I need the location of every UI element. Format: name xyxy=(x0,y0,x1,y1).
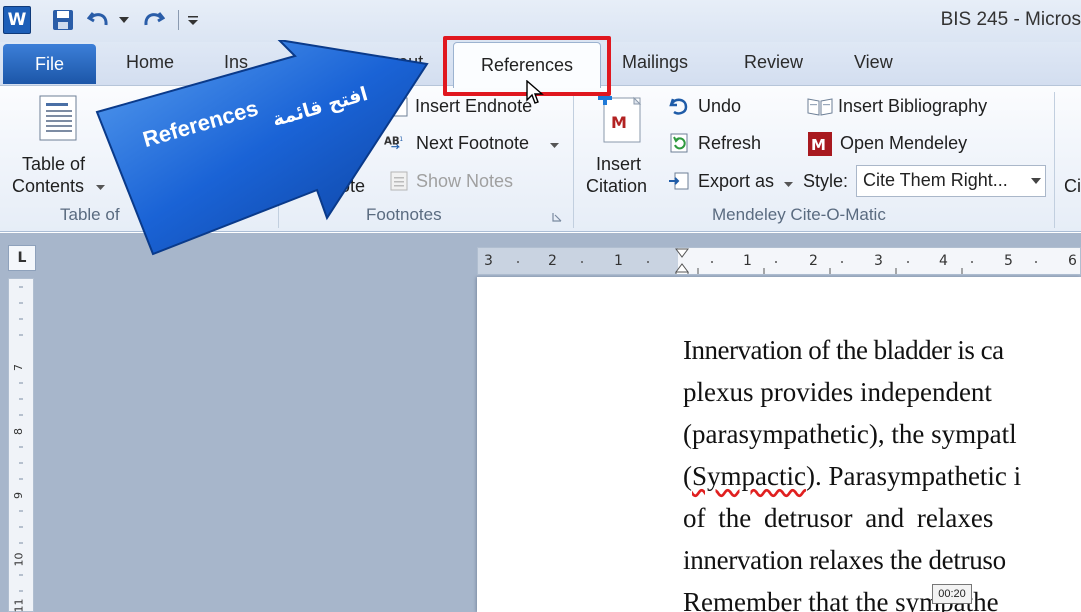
mendeley-undo-button[interactable]: Undo xyxy=(698,96,741,117)
insert-bibliography-button[interactable]: Insert Bibliography xyxy=(838,96,987,117)
video-timestamp: 00:20 xyxy=(932,584,972,604)
group-label-mendeley: Mendeley Cite-O-Matic xyxy=(712,205,886,224)
tab-mailings[interactable]: Mailings xyxy=(622,52,688,73)
tab-view[interactable]: View xyxy=(854,52,893,73)
document-line: of the detrusor and relaxes xyxy=(683,503,994,533)
vertical-ruler-label: 11 xyxy=(12,598,26,612)
citation-style-value: Cite Them Right... xyxy=(863,170,1008,190)
misspelled-word[interactable]: Sympactic xyxy=(692,461,806,491)
tab-review[interactable]: Review xyxy=(744,52,803,73)
qat-separator xyxy=(177,7,179,33)
style-label: Style: xyxy=(803,171,849,191)
mendeley-undo-icon[interactable] xyxy=(668,95,690,117)
footnotes-dialog-launcher-icon[interactable] xyxy=(552,212,562,222)
word-app-icon[interactable]: W xyxy=(3,6,31,34)
refresh-button[interactable]: Refresh xyxy=(698,133,761,154)
next-footnote-dropdown-icon[interactable] xyxy=(550,142,560,150)
table-of-contents-icon[interactable] xyxy=(38,94,80,144)
tab-file[interactable]: File xyxy=(3,44,96,84)
vertical-ruler-label: 7 xyxy=(12,364,25,371)
vertical-ruler-label: 10 xyxy=(12,552,26,567)
vertical-ruler-label: 8 xyxy=(12,428,25,435)
toc-label-line2[interactable]: Contents xyxy=(12,176,84,197)
save-icon[interactable] xyxy=(50,7,76,33)
vertical-ruler-label: 9 xyxy=(12,492,25,499)
mouse-cursor-icon xyxy=(526,80,544,104)
next-group-partial-label[interactable]: Ci xyxy=(1064,176,1081,197)
export-as-icon[interactable] xyxy=(668,170,690,192)
insert-citation-line2[interactable]: Citation xyxy=(586,176,647,197)
ruler-tick-marks xyxy=(517,261,1037,274)
toc-label-line1[interactable]: Table of xyxy=(22,154,85,175)
open-mendeley-icon[interactable]: M xyxy=(808,132,832,156)
document-work-area: L 7 8 9 10 11 3 2 1 1 2 3 4 5 6 Innervat… xyxy=(0,233,1081,612)
undo-icon[interactable] xyxy=(86,7,112,33)
document-line: (parasympathetic), the sympatl xyxy=(683,419,1017,449)
document-line: Innervation of the bladder is ca xyxy=(683,335,1004,365)
redo-icon[interactable] xyxy=(140,7,166,33)
horizontal-ruler[interactable]: 3 2 1 1 2 3 4 5 6 xyxy=(477,247,1081,275)
insert-citation-icon[interactable]: M xyxy=(598,92,644,144)
document-line: plexus provides independent xyxy=(683,377,992,407)
svg-text:M: M xyxy=(611,113,627,132)
undo-dropdown-icon[interactable] xyxy=(117,7,131,33)
window-title: BIS 245 - Micros xyxy=(940,9,1081,30)
group-separator xyxy=(1054,92,1055,228)
vertical-ruler[interactable]: 7 8 9 10 11 xyxy=(8,278,34,612)
document-line: (Sympactic). Parasympathetic i xyxy=(683,461,1022,491)
svg-text:M: M xyxy=(811,136,826,154)
export-as-button[interactable]: Export as xyxy=(698,171,774,192)
group-separator xyxy=(573,92,574,228)
refresh-icon[interactable] xyxy=(668,132,690,154)
export-as-dropdown-icon[interactable] xyxy=(784,181,794,189)
chevron-down-icon[interactable] xyxy=(1031,178,1041,184)
document-page[interactable]: Innervation of the bladder is ca plexus … xyxy=(477,277,1081,612)
customize-qat-icon[interactable] xyxy=(186,7,200,33)
document-line: innervation relaxes the detruso xyxy=(683,545,1006,575)
indent-marker-icon[interactable] xyxy=(674,248,690,275)
tab-selector-button[interactable]: L xyxy=(8,245,36,271)
insert-citation-line1[interactable]: Insert xyxy=(596,154,641,175)
open-mendeley-button[interactable]: Open Mendeley xyxy=(840,133,967,154)
citation-style-select[interactable]: Cite Them Right... xyxy=(856,165,1046,197)
insert-bibliography-icon[interactable] xyxy=(806,95,834,117)
